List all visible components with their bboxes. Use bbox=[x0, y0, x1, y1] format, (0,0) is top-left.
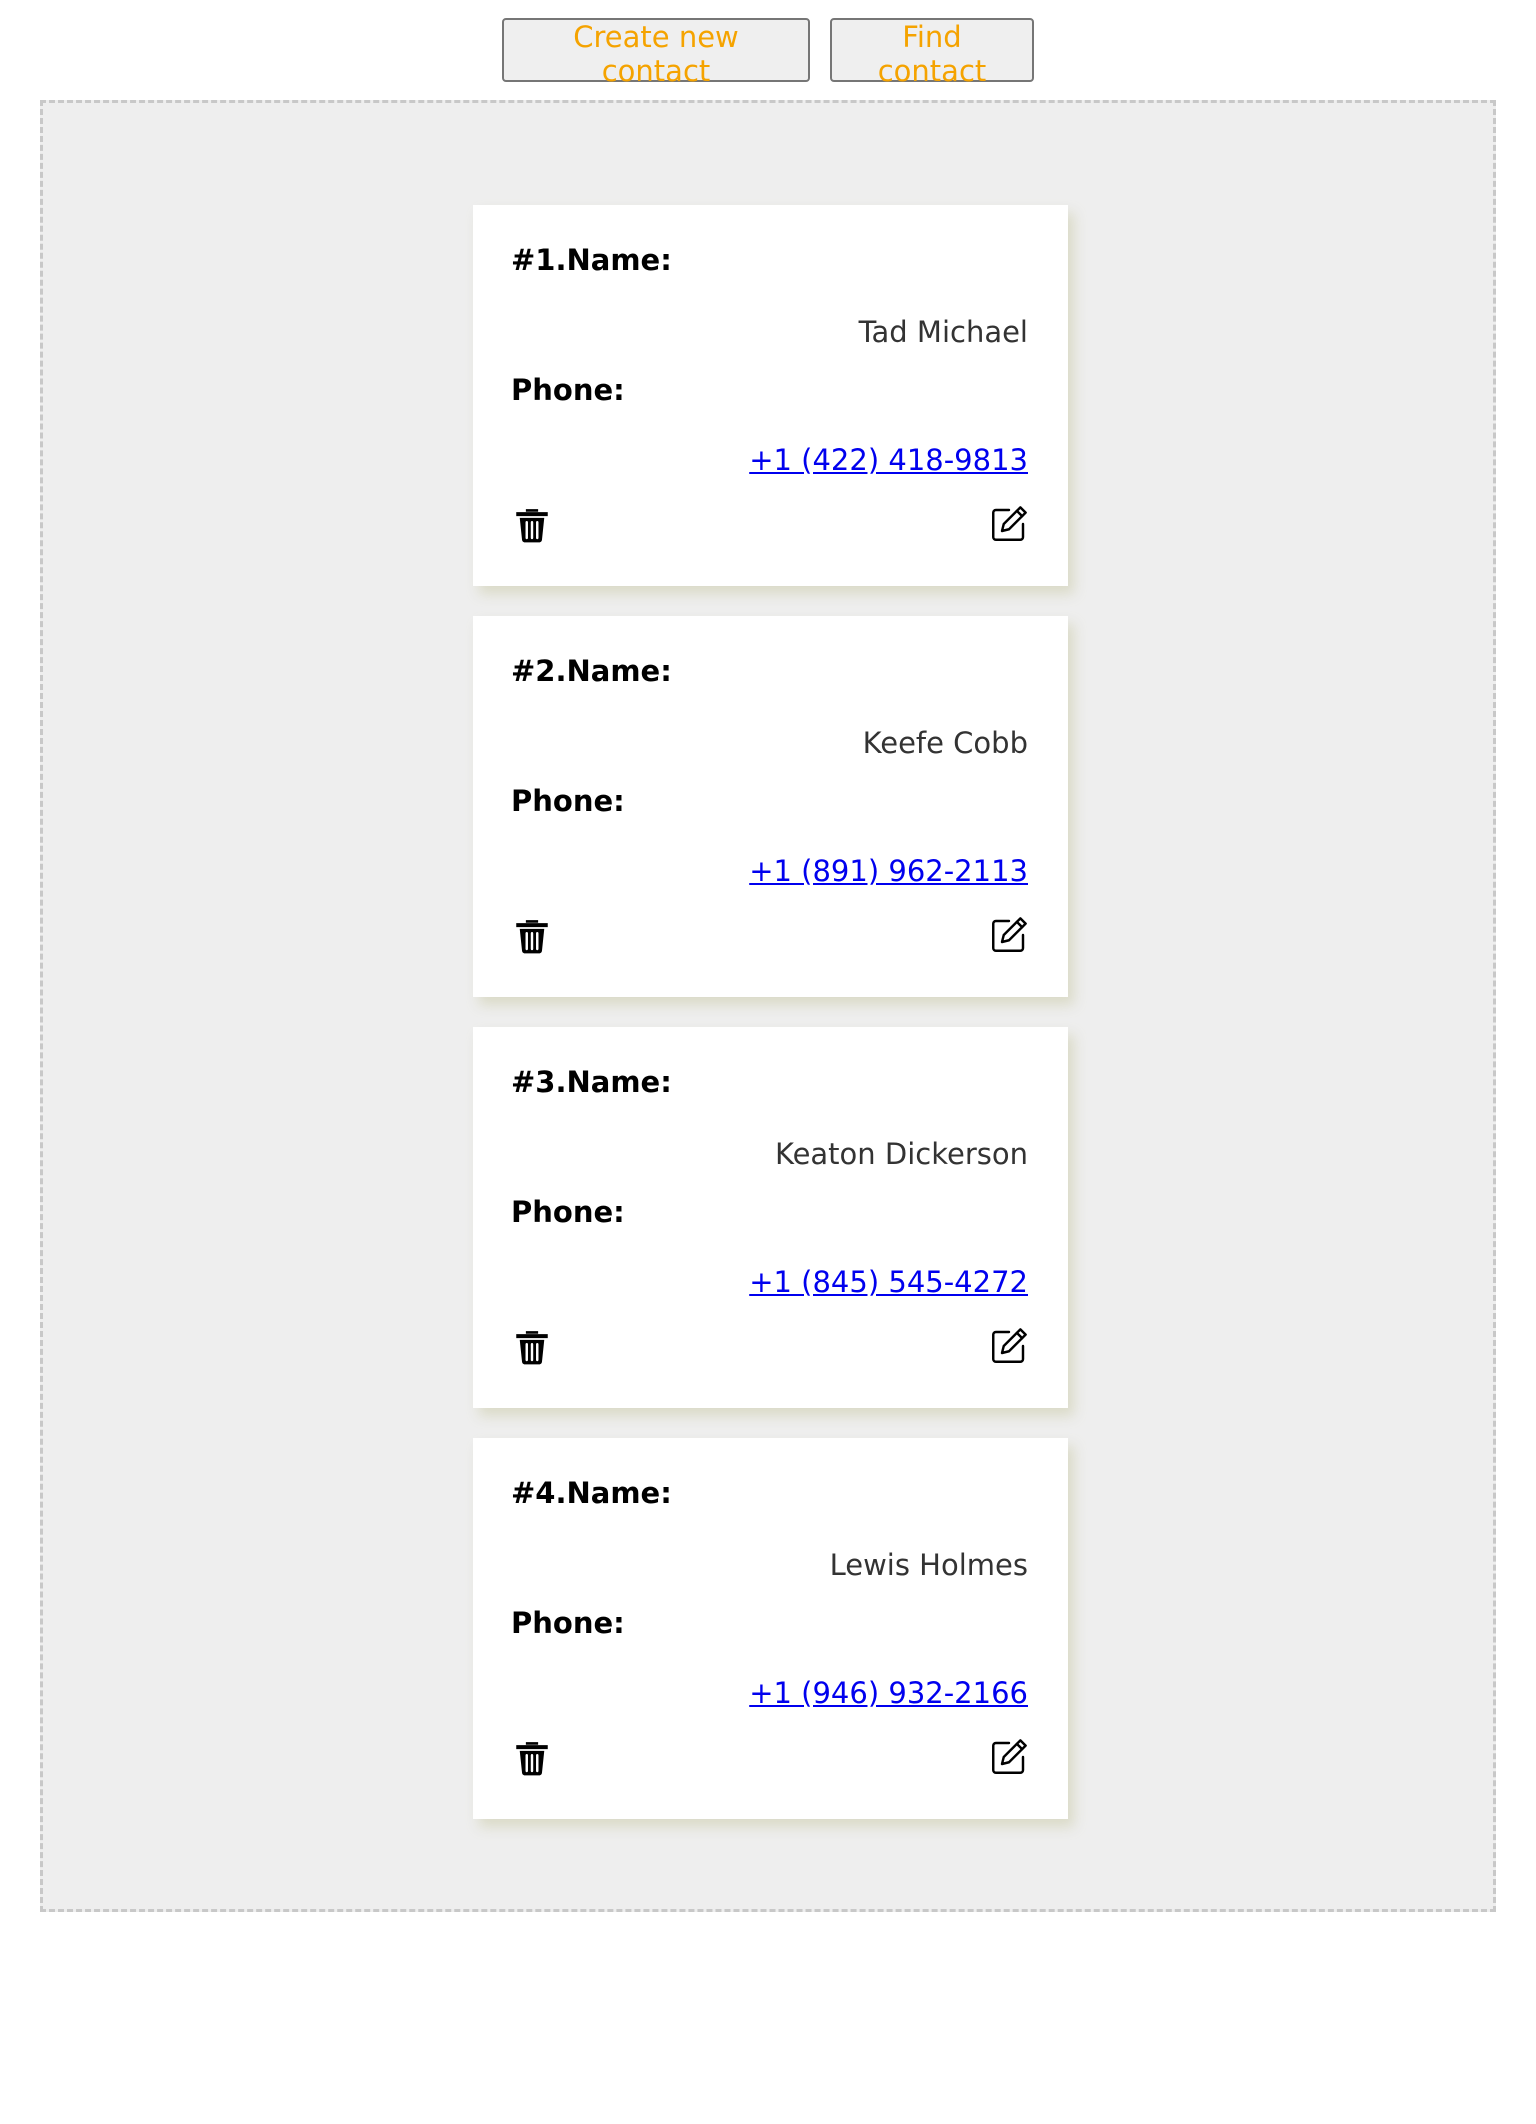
find-contact-button[interactable]: Find contact bbox=[830, 18, 1034, 88]
contact-phone-link[interactable]: +1 (946) 932-2166 bbox=[749, 1676, 1028, 1710]
contact-card: #1.Name: Tad Michael Phone: +1 (422) 418… bbox=[473, 205, 1068, 586]
contact-name-label: #2.Name: bbox=[511, 654, 672, 688]
contact-card: #4.Name: Lewis Holmes Phone: +1 (946) 93… bbox=[473, 1438, 1068, 1819]
edit-icon[interactable] bbox=[988, 914, 1030, 956]
contact-card: #3.Name: Keaton Dickerson Phone: +1 (845… bbox=[473, 1027, 1068, 1408]
contact-name-label: #3.Name: bbox=[511, 1065, 672, 1099]
contact-phone-link[interactable]: +1 (422) 418-9813 bbox=[749, 443, 1028, 477]
contact-name: Tad Michael bbox=[858, 315, 1028, 349]
contact-phone-label: Phone: bbox=[511, 784, 625, 818]
contact-name-label: #4.Name: bbox=[511, 1476, 672, 1510]
contact-name: Keefe Cobb bbox=[862, 726, 1028, 760]
trash-icon[interactable] bbox=[511, 1736, 553, 1778]
contact-name-label: #1.Name: bbox=[511, 243, 672, 277]
contact-name: Lewis Holmes bbox=[829, 1548, 1028, 1582]
contact-phone-link[interactable]: +1 (891) 962-2113 bbox=[749, 854, 1028, 888]
contact-name: Keaton Dickerson bbox=[775, 1137, 1028, 1171]
contact-phone-label: Phone: bbox=[511, 1195, 625, 1229]
contact-phone-link[interactable]: +1 (845) 545-4272 bbox=[749, 1265, 1028, 1299]
edit-icon[interactable] bbox=[988, 503, 1030, 545]
create-new-contact-button[interactable]: Create new contact bbox=[502, 18, 810, 88]
edit-icon[interactable] bbox=[988, 1325, 1030, 1367]
trash-icon[interactable] bbox=[511, 503, 553, 545]
toolbar: Create new contact Find contact bbox=[0, 18, 1536, 88]
contact-phone-label: Phone: bbox=[511, 1606, 625, 1640]
contact-card: #2.Name: Keefe Cobb Phone: +1 (891) 962-… bbox=[473, 616, 1068, 997]
trash-icon[interactable] bbox=[511, 914, 553, 956]
contacts-container: #1.Name: Tad Michael Phone: +1 (422) 418… bbox=[40, 100, 1496, 1912]
edit-icon[interactable] bbox=[988, 1736, 1030, 1778]
trash-icon[interactable] bbox=[511, 1325, 553, 1367]
contact-list: #1.Name: Tad Michael Phone: +1 (422) 418… bbox=[473, 205, 1068, 1849]
contact-phone-label: Phone: bbox=[511, 373, 625, 407]
